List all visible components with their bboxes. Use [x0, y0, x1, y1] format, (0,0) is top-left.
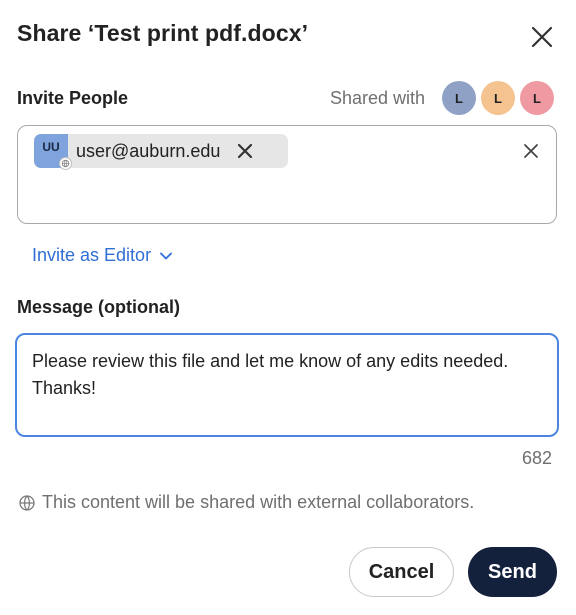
recipient-email: user@auburn.edu — [76, 140, 221, 161]
send-button[interactable]: Send — [468, 547, 557, 597]
avatar[interactable]: L — [481, 81, 515, 115]
close-dialog-button[interactable] — [527, 22, 557, 52]
invite-role-dropdown[interactable]: Invite as Editor — [32, 245, 173, 266]
recipient-avatar: UU — [34, 134, 72, 170]
avatar[interactable]: L — [520, 81, 554, 115]
message-textarea[interactable]: Please review this file and let me know … — [15, 333, 559, 437]
avatar[interactable]: L — [442, 81, 476, 115]
shared-with-label: Shared with — [330, 88, 426, 108]
invite-people-input[interactable]: UU user@auburn.edu — [17, 125, 557, 224]
invite-people-label: Invite People — [17, 88, 129, 108]
close-icon — [531, 26, 553, 48]
shared-with-avatars: L L L — [442, 81, 554, 115]
recipient-chip: UU user@auburn.edu — [34, 134, 288, 170]
avatar-initial: L — [533, 90, 541, 106]
external-user-icon — [59, 157, 72, 170]
invite-role-label: Invite as Editor — [32, 245, 152, 265]
clear-recipients-button[interactable] — [522, 142, 540, 160]
remove-recipient-button[interactable] — [236, 142, 254, 160]
external-share-notice-text: This content will be shared with externa… — [42, 492, 475, 512]
close-icon — [524, 144, 538, 158]
chevron-down-icon — [159, 249, 173, 263]
message-label: Message (optional) — [17, 297, 181, 317]
cancel-button[interactable]: Cancel — [349, 547, 454, 597]
globe-icon — [18, 494, 36, 512]
avatar-initial: L — [455, 90, 463, 106]
close-icon — [238, 143, 253, 159]
avatar-initial: L — [494, 90, 502, 106]
external-share-notice: This content will be shared with externa… — [18, 492, 474, 513]
dialog-title: Share ‘Test print pdf.docx’ — [17, 20, 309, 46]
recipient-initials: UU — [42, 140, 60, 154]
remaining-characters-count: 682 — [521, 448, 552, 468]
